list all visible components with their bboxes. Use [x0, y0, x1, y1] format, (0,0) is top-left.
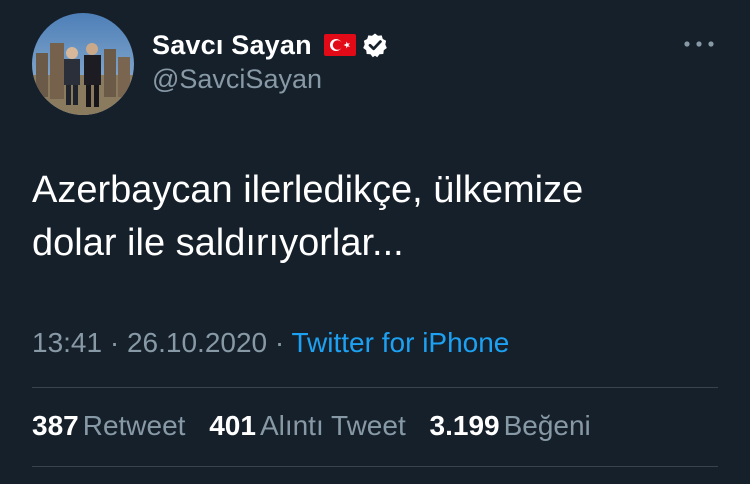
tweet-detail: Savcı Sayan @SavciSayan Azerbaycan ilerl…	[0, 0, 750, 484]
display-name[interactable]: Savcı Sayan	[152, 30, 312, 61]
tweet-stats: 387 Retweet 401 Alıntı Tweet 3.199 Beğeni	[32, 410, 607, 442]
tweet-time: 13:41	[32, 327, 103, 358]
tweet-meta: 13:41 · 26.10.2020 · Twitter for iPhone	[32, 327, 509, 359]
retweet-label: Retweet	[82, 410, 186, 441]
retweet-count: 387	[32, 410, 79, 441]
verified-badge-icon	[362, 32, 388, 58]
like-label: Beğeni	[503, 410, 591, 441]
quote-label: Alıntı Tweet	[259, 410, 406, 441]
user-name-row[interactable]: Savcı Sayan	[152, 27, 388, 63]
quote-count-link[interactable]: 401 Alıntı Tweet	[209, 410, 406, 442]
avatar[interactable]	[32, 13, 134, 115]
user-handle[interactable]: @SavciSayan	[152, 64, 322, 95]
tweet-source-link[interactable]: Twitter for iPhone	[292, 327, 510, 358]
divider	[32, 387, 718, 388]
retweet-count-link[interactable]: 387 Retweet	[32, 410, 185, 442]
like-count-link[interactable]: 3.199 Beğeni	[430, 410, 591, 442]
meta-separator: ·	[109, 327, 120, 358]
tweet-text: Azerbaycan ilerledikçe, ülkemize dolar i…	[32, 169, 584, 264]
more-options-icon[interactable]	[681, 34, 717, 54]
divider	[32, 466, 718, 467]
meta-separator: ·	[274, 327, 285, 358]
like-count: 3.199	[429, 410, 500, 441]
tweet-date: 26.10.2020	[126, 327, 268, 358]
avatar-photo-icon	[32, 13, 134, 115]
turkey-flag-icon	[323, 34, 356, 56]
quote-count: 401	[209, 410, 256, 441]
